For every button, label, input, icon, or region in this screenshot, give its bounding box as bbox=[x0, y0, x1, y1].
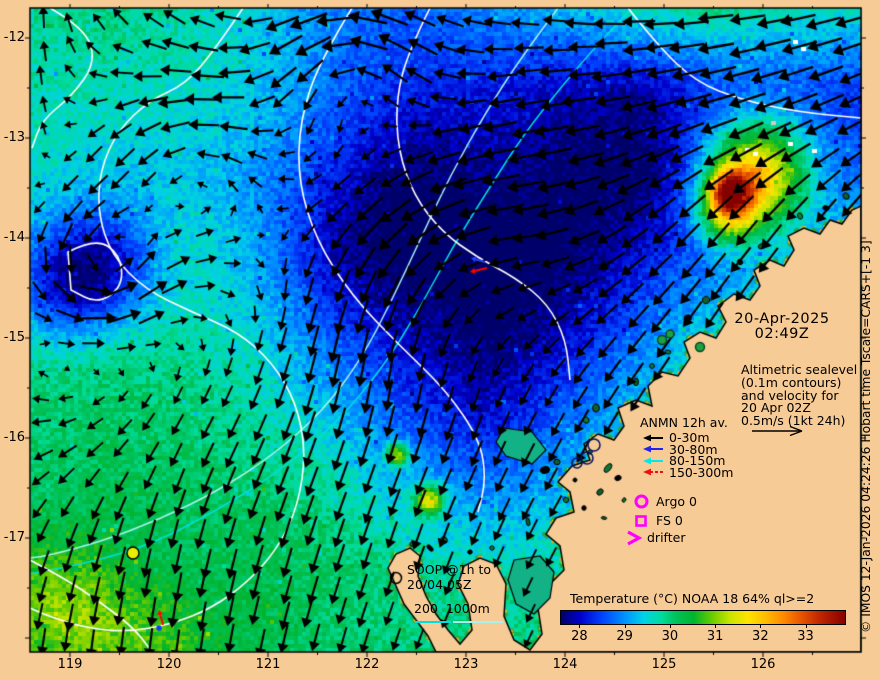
colorbar-tick-label: 32 bbox=[752, 629, 769, 644]
isobath-1000-label: 1000m bbox=[445, 601, 490, 616]
x-axis-tick-label: 120 bbox=[156, 657, 182, 672]
anmn-legend-title: ANMN 12h av. bbox=[640, 415, 728, 430]
x-axis-tick-label: 119 bbox=[57, 657, 83, 672]
colorbar-tickmark bbox=[715, 624, 717, 628]
velocity-scale-arrow-icon bbox=[752, 425, 803, 437]
colorbar-tick-label: 28 bbox=[571, 629, 588, 644]
credit-text: © IMOS 12-Jan-2026 04:24:26 Hobart time … bbox=[859, 240, 873, 633]
anmn-arrow-icon bbox=[643, 445, 663, 453]
map-date: 20-Apr-2025 bbox=[734, 311, 830, 327]
colorbar-tickmark bbox=[624, 624, 626, 628]
colorbar-tick-label: 30 bbox=[661, 629, 679, 644]
soop-note: SOOP @1h to 20/04 05Z bbox=[407, 562, 492, 592]
y-axis-tick-label: -17 bbox=[3, 530, 25, 545]
timestamp-annotation: 20-Apr-2025 02:49Z bbox=[700, 311, 864, 343]
x-axis-tick-label: 121 bbox=[255, 657, 281, 672]
altimetric-note: Altimetric sealevel (0.1m contours) and ve… bbox=[741, 363, 857, 428]
argo-circle-icon bbox=[634, 494, 649, 509]
y-axis-tick-label: -13 bbox=[3, 130, 25, 145]
colorbar-tick-label: 29 bbox=[616, 629, 633, 644]
y-axis-tick-label: -15 bbox=[3, 330, 25, 345]
x-axis-tick-label: 123 bbox=[453, 657, 479, 672]
isobath-200-label: 200 bbox=[414, 601, 438, 616]
x-axis-tick-label: 126 bbox=[750, 657, 776, 672]
colorbar-tickmark bbox=[669, 624, 671, 628]
colorbar-tick-label: 31 bbox=[706, 629, 724, 644]
y-axis-tick-label: -14 bbox=[3, 230, 25, 245]
anmn-arrow-icon bbox=[643, 434, 663, 441]
colorbar-tickmark bbox=[760, 624, 762, 628]
colorbar-tick-label: 33 bbox=[797, 629, 814, 644]
anmn-depth-label: 150-300m bbox=[669, 464, 734, 480]
x-axis-tick-label: 124 bbox=[552, 657, 578, 672]
temperature-colorbar bbox=[560, 610, 846, 625]
drifter-legend-label: drifter bbox=[647, 530, 686, 545]
map-time: 02:49Z bbox=[754, 326, 810, 343]
anmn-arrow-icon bbox=[643, 468, 663, 476]
y-axis-tick-label: -16 bbox=[3, 430, 25, 445]
anmn-arrow-icon bbox=[643, 457, 663, 465]
colorbar-tickmark bbox=[805, 624, 807, 628]
y-axis-tick-label: -12 bbox=[3, 30, 25, 45]
isobath-200-line bbox=[415, 621, 451, 623]
drifter-chevron-icon bbox=[627, 530, 643, 546]
colorbar-title: Temperature (°C) NOAA 18 64% ql>=2 bbox=[570, 591, 815, 606]
soop-line1: SOOP @1h to bbox=[407, 562, 492, 577]
anmn-depth-row: 150-300m bbox=[642, 464, 734, 480]
isobath-1000-line bbox=[453, 621, 503, 623]
isobath-legend: 200 1000m bbox=[414, 602, 490, 615]
colorbar-tickmark bbox=[579, 624, 581, 628]
fs-square-icon bbox=[635, 515, 647, 527]
fs-legend-label: FS 0 bbox=[656, 513, 683, 528]
x-axis-tick-label: 125 bbox=[651, 657, 677, 672]
argo-legend-label: Argo 0 bbox=[656, 494, 697, 509]
soop-line2: 20/04 05Z bbox=[407, 576, 472, 592]
x-axis-tick-label: 122 bbox=[354, 657, 380, 672]
